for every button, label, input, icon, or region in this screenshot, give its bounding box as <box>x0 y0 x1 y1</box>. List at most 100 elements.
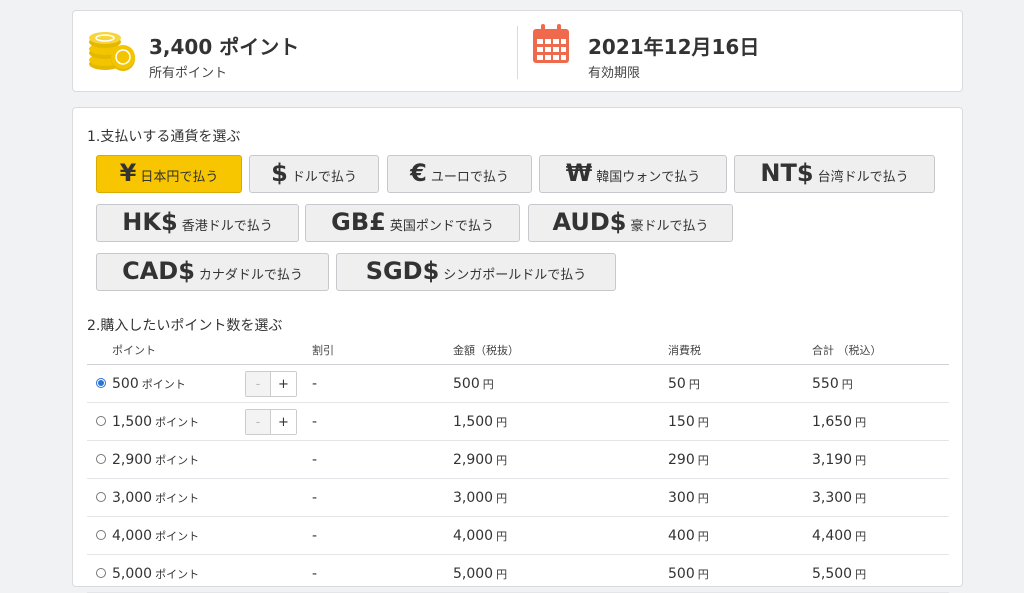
section-title-points: 2.購入したいポイント数を選ぶ <box>87 318 283 334</box>
currency-label: 香港ドルで払う <box>181 219 273 234</box>
total-value: 5,500 <box>812 565 853 582</box>
currency-label: カナダドルで払う <box>198 268 303 283</box>
yen-unit: 円 <box>697 529 709 543</box>
header-points: ポイント <box>87 336 312 365</box>
currency-button-gbp[interactable]: GB£ 英国ポンドで払う <box>305 204 520 242</box>
yen-unit: 円 <box>697 415 709 429</box>
header-discount: 割引 <box>312 336 453 365</box>
currency-label: 日本円で払う <box>140 170 219 185</box>
price-value: 5,000 <box>453 565 494 582</box>
price-value: 4,000 <box>453 527 494 544</box>
points-unit: ポイント <box>155 415 200 429</box>
currency-label: 英国ポンドで払う <box>389 219 494 234</box>
points-radio[interactable] <box>96 377 106 388</box>
tax-value: 50 <box>668 375 686 392</box>
table-row[interactable]: 2,900 ポイント -2,900 円 290 円 3,190 円 <box>87 440 949 479</box>
currency-symbol: € <box>410 159 427 187</box>
points-radio[interactable] <box>96 491 106 502</box>
currency-button-eur[interactable]: € ユーロで払う <box>387 155 532 193</box>
yen-unit: 円 <box>855 491 867 505</box>
tax-value: 400 <box>668 527 695 544</box>
increment-button[interactable]: + <box>271 372 296 396</box>
tax-cell: 400 円 <box>668 516 812 555</box>
currency-button-hkd[interactable]: HK$ 香港ドルで払う <box>96 204 299 242</box>
currency-symbol: SGD$ <box>365 257 440 285</box>
points-balance-label: 所有ポイント <box>149 66 228 81</box>
tax-cell: 150 円 <box>668 402 812 441</box>
currency-symbol: GB£ <box>331 208 386 236</box>
points-value: 2,900 <box>112 451 153 468</box>
table-row[interactable]: 3,000 ポイント -3,000 円 300 円 3,300 円 <box>87 478 949 517</box>
table-header-row: ポイント 割引 金額（税抜） 消費税 合計 （税込） <box>87 336 949 365</box>
price-cell: 2,900 円 <box>453 440 668 479</box>
price-value: 1,500 <box>453 413 494 430</box>
discount-cell: - <box>312 364 453 403</box>
points-cell: 4,000 ポイント <box>87 516 312 555</box>
price-value: 3,000 <box>453 489 494 506</box>
points-radio[interactable] <box>96 415 106 426</box>
points-value: 5,000 <box>112 565 153 582</box>
points-summary-card: 3,400 ポイント 所有ポイント 2021年12月16日 有効期限 <box>72 10 963 92</box>
table-row[interactable]: 5,000 ポイント -5,000 円 500 円 5,500 円 <box>87 554 949 593</box>
total-cell: 550 円 <box>812 364 949 403</box>
yen-unit: 円 <box>482 377 494 391</box>
points-radio[interactable] <box>96 529 106 540</box>
yen-unit: 円 <box>855 529 867 543</box>
expiry-date: 2021年12月16日 <box>588 35 760 59</box>
decrement-button[interactable]: - <box>246 372 271 396</box>
points-value: 4,000 <box>112 527 153 544</box>
currency-symbol: ₩ <box>565 159 593 187</box>
currency-button-aud[interactable]: AUD$ 豪ドルで払う <box>528 204 733 242</box>
yen-unit: 円 <box>697 453 709 467</box>
price-cell: 3,000 円 <box>453 478 668 517</box>
points-unit: ポイント <box>155 491 200 505</box>
currency-label: 韓国ウォンで払う <box>596 170 701 185</box>
tax-cell: 290 円 <box>668 440 812 479</box>
decrement-button[interactable]: - <box>246 410 271 434</box>
total-cell: 3,300 円 <box>812 478 949 517</box>
currency-button-sgd[interactable]: SGD$ シンガポールドルで払う <box>336 253 616 291</box>
table-row[interactable]: 500 ポイント - + -500 円 50 円 550 円 <box>87 364 949 403</box>
tax-value: 290 <box>668 451 695 468</box>
total-value: 4,400 <box>812 527 853 544</box>
total-cell: 3,190 円 <box>812 440 949 479</box>
currency-button-jpy[interactable]: ¥ 日本円で払う <box>96 155 242 193</box>
table-row[interactable]: 1,500 ポイント - + -1,500 円 150 円 1,650 円 <box>87 402 949 441</box>
points-radio[interactable] <box>96 453 106 464</box>
header-tax: 消費税 <box>668 336 812 365</box>
currency-button-twd[interactable]: NT$ 台湾ドルで払う <box>734 155 935 193</box>
currency-label: ユーロで払う <box>430 170 509 185</box>
currency-button-usd[interactable]: $ ドルで払う <box>249 155 379 193</box>
quantity-stepper[interactable]: - + <box>245 409 297 435</box>
points-cell: 1,500 ポイント - + <box>87 402 312 441</box>
increment-button[interactable]: + <box>271 410 296 434</box>
price-cell: 1,500 円 <box>453 402 668 441</box>
currency-label: シンガポールドルで払う <box>443 268 587 283</box>
points-value: 3,000 <box>112 489 153 506</box>
yen-unit: 円 <box>688 377 700 391</box>
points-unit: ポイント <box>155 529 200 543</box>
tax-value: 300 <box>668 489 695 506</box>
currency-symbol: CAD$ <box>122 257 195 285</box>
total-value: 3,300 <box>812 489 853 506</box>
table-row[interactable]: 4,000 ポイント -4,000 円 400 円 4,400 円 <box>87 516 949 555</box>
points-value: 500 <box>112 375 139 392</box>
discount-cell: - <box>312 554 453 593</box>
currency-symbol: AUD$ <box>552 208 627 236</box>
points-value: 1,500 <box>112 413 153 430</box>
yen-unit: 円 <box>697 491 709 505</box>
quantity-stepper[interactable]: - + <box>245 371 297 397</box>
price-cell: 500 円 <box>453 364 668 403</box>
yen-unit: 円 <box>496 415 508 429</box>
points-unit: ポイント <box>141 377 186 391</box>
points-cell: 2,900 ポイント <box>87 440 312 479</box>
currency-label: 豪ドルで払う <box>630 219 709 234</box>
yen-unit: 円 <box>496 491 508 505</box>
currency-button-cad[interactable]: CAD$ カナダドルで払う <box>96 253 329 291</box>
currency-button-krw[interactable]: ₩ 韓国ウォンで払う <box>539 155 727 193</box>
currency-label: 台湾ドルで払う <box>817 170 909 185</box>
points-radio[interactable] <box>96 567 106 578</box>
purchase-card: 1.支払いする通貨を選ぶ ¥ 日本円で払う $ ドルで払う € ユーロで払う ₩ 韓国ウ… <box>72 107 963 593</box>
coins-icon <box>89 32 135 71</box>
total-cell: 1,650 円 <box>812 402 949 441</box>
